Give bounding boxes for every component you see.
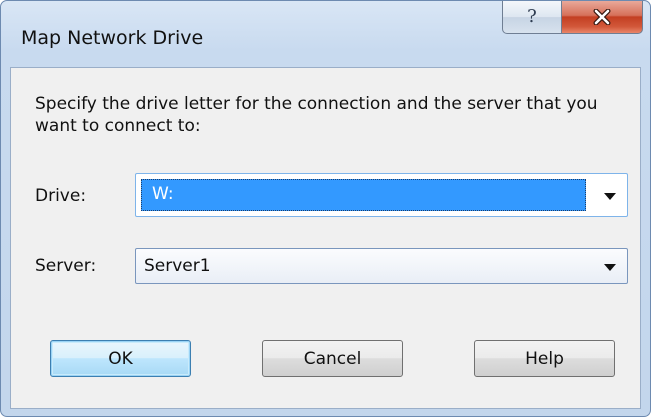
- help-icon: ?: [527, 6, 537, 27]
- cancel-button[interactable]: Cancel: [262, 340, 403, 377]
- help-button[interactable]: Help: [474, 340, 615, 377]
- drive-selected-value: W:: [141, 179, 586, 211]
- server-selected-value: Server1: [144, 256, 211, 276]
- instructions-text: Specify the drive letter for the connect…: [35, 94, 598, 136]
- ok-button[interactable]: OK: [50, 340, 191, 377]
- titlebar-help-button[interactable]: ?: [502, 1, 562, 34]
- title-bar[interactable]: Map Network Drive ?: [1, 1, 650, 67]
- drive-select[interactable]: W:: [135, 173, 628, 217]
- chevron-down-icon[interactable]: [604, 193, 616, 200]
- dialog-body: Specify the drive letter for the connect…: [10, 67, 641, 409]
- chevron-down-icon[interactable]: [604, 264, 616, 271]
- drive-label: Drive:: [35, 186, 87, 206]
- titlebar-close-button[interactable]: [561, 1, 643, 34]
- map-network-drive-dialog: Map Network Drive ? Specify the drive le…: [0, 0, 651, 417]
- close-icon: [593, 9, 611, 25]
- server-select[interactable]: Server1: [135, 248, 628, 284]
- window-title: Map Network Drive: [21, 27, 204, 49]
- server-label: Server:: [35, 256, 97, 276]
